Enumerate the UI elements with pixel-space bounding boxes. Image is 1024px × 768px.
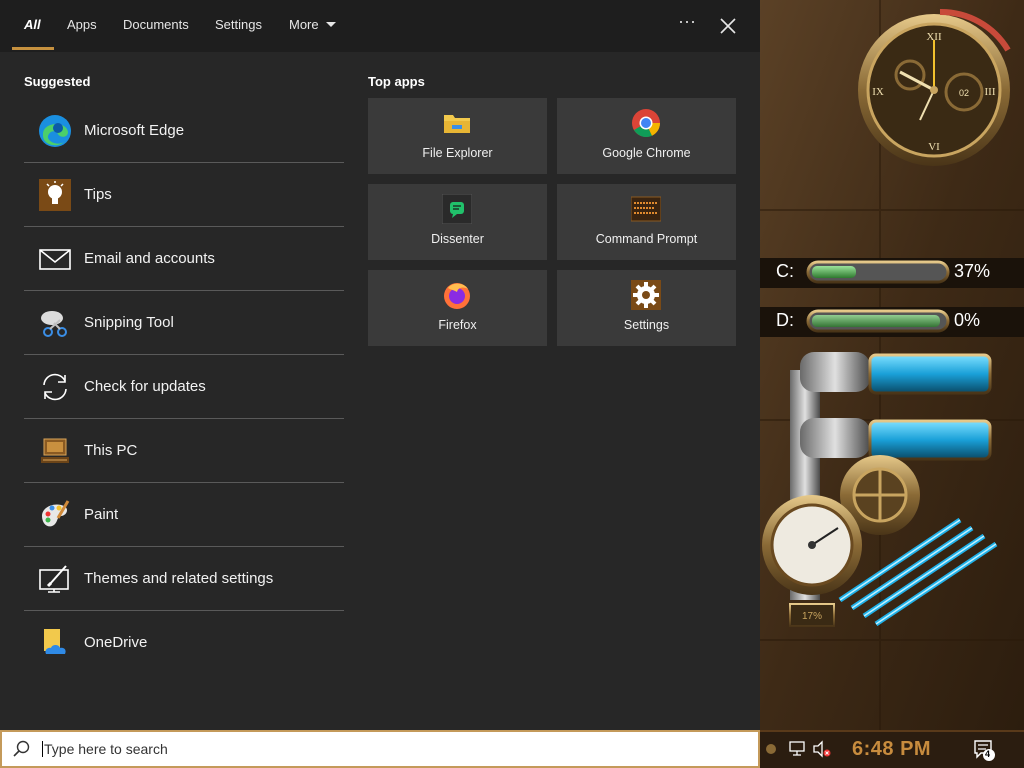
top-app-firefox[interactable]: Firefox xyxy=(368,270,547,346)
suggested-item-label: Themes and related settings xyxy=(84,570,274,587)
close-icon[interactable] xyxy=(716,14,740,38)
suggested-item-check-updates[interactable]: Check for updates xyxy=(24,355,344,419)
gear-icon xyxy=(631,280,661,310)
terminal-icon xyxy=(630,194,662,224)
chevron-down-icon xyxy=(326,22,336,27)
top-app-dissenter[interactable]: Dissenter xyxy=(368,184,547,260)
svg-text:III: III xyxy=(985,86,996,98)
top-app-command-prompt[interactable]: Command Prompt xyxy=(557,184,736,260)
desktop-wallpaper: XII VI IX III 02 17% C: 37% D: 0% xyxy=(760,0,1024,730)
suggested-item-label: This PC xyxy=(84,442,138,459)
cpu-percent-label: 17% xyxy=(802,611,822,622)
suggested-item-this-pc[interactable]: This PC xyxy=(24,419,344,483)
tab-documents[interactable]: Documents xyxy=(123,17,189,33)
suggested-item-edge[interactable]: Microsoft Edge xyxy=(24,99,344,163)
svg-text:02: 02 xyxy=(959,88,969,98)
active-tab-indicator xyxy=(12,47,54,50)
suggested-item-themes[interactable]: Themes and related settings xyxy=(24,547,344,611)
drive-d-meter: D: 0% xyxy=(760,304,1024,340)
drive-letter: C: xyxy=(776,261,794,281)
suggested-item-label: Snipping Tool xyxy=(84,314,174,331)
search-scope-bar: All Apps Documents Settings More ··· xyxy=(0,0,760,52)
search-input[interactable]: Type here to search xyxy=(42,741,168,757)
top-app-label: Dissenter xyxy=(431,232,484,246)
top-app-label: File Explorer xyxy=(422,146,493,160)
onedrive-icon xyxy=(38,626,72,660)
drive-percent: 0% xyxy=(954,310,981,330)
suggested-list: Microsoft Edge Tips Email and accounts S… xyxy=(24,99,344,675)
volume-muted-icon[interactable] xyxy=(812,740,832,758)
suggested-item-label: Paint xyxy=(84,506,119,523)
folder-icon xyxy=(442,108,472,138)
top-app-label: Settings xyxy=(623,318,670,332)
suggested-item-label: OneDrive xyxy=(84,634,148,651)
suggested-item-label: Email and accounts xyxy=(84,250,215,267)
top-app-settings[interactable]: Settings xyxy=(557,270,736,346)
top-app-file-explorer[interactable]: File Explorer xyxy=(368,98,547,174)
top-app-google-chrome[interactable]: Google Chrome xyxy=(557,98,736,174)
dissenter-icon xyxy=(441,193,473,225)
tab-apps[interactable]: Apps xyxy=(67,17,97,33)
chrome-icon xyxy=(631,108,661,138)
palette-icon xyxy=(38,498,72,532)
tab-all[interactable]: All xyxy=(24,17,41,33)
suggested-item-paint[interactable]: Paint xyxy=(24,483,344,547)
svg-text:VI: VI xyxy=(928,141,940,153)
scissors-icon xyxy=(38,306,72,340)
notification-icon[interactable]: 4 xyxy=(972,738,996,762)
drive-c-meter: C: 37% xyxy=(760,255,1024,291)
suggested-item-label: Check for updates xyxy=(84,378,206,395)
envelope-icon xyxy=(38,242,72,276)
notification-count: 4 xyxy=(985,749,991,759)
top-apps-title: Top apps xyxy=(368,74,425,89)
firefox-icon xyxy=(442,280,472,310)
suggested-item-label: Tips xyxy=(84,186,112,203)
search-box[interactable]: Type here to search xyxy=(0,730,760,768)
ellipsis-icon[interactable]: ··· xyxy=(676,12,698,36)
suggested-title: Suggested xyxy=(24,74,91,89)
top-app-label: Command Prompt xyxy=(595,232,698,246)
search-panel: All Apps Documents Settings More ··· Sug… xyxy=(0,0,760,730)
suggested-item-email-accounts[interactable]: Email and accounts xyxy=(24,227,344,291)
tab-more[interactable]: More xyxy=(289,17,319,33)
suggested-item-label: Microsoft Edge xyxy=(84,122,185,139)
computer-icon xyxy=(38,434,72,468)
network-icon[interactable] xyxy=(788,740,808,758)
suggested-item-snipping-tool[interactable]: Snipping Tool xyxy=(24,291,344,355)
drive-letter: D: xyxy=(776,310,794,330)
refresh-icon xyxy=(38,370,72,404)
drive-percent: 37% xyxy=(954,261,991,281)
top-app-label: Firefox xyxy=(438,318,477,332)
tab-settings[interactable]: Settings xyxy=(215,17,262,33)
system-tray: 6:48 PM 4 xyxy=(760,730,1024,768)
themes-icon xyxy=(38,562,72,596)
search-icon xyxy=(12,739,32,759)
clock-time[interactable]: 6:48 PM xyxy=(852,738,931,761)
edge-icon xyxy=(38,114,72,148)
lightbulb-icon xyxy=(38,178,72,212)
svg-text:IX: IX xyxy=(872,86,884,98)
suggested-item-tips[interactable]: Tips xyxy=(24,163,344,227)
suggested-item-onedrive[interactable]: OneDrive xyxy=(24,611,344,675)
tray-overflow-icon[interactable] xyxy=(766,744,776,754)
top-app-label: Google Chrome xyxy=(602,146,691,160)
